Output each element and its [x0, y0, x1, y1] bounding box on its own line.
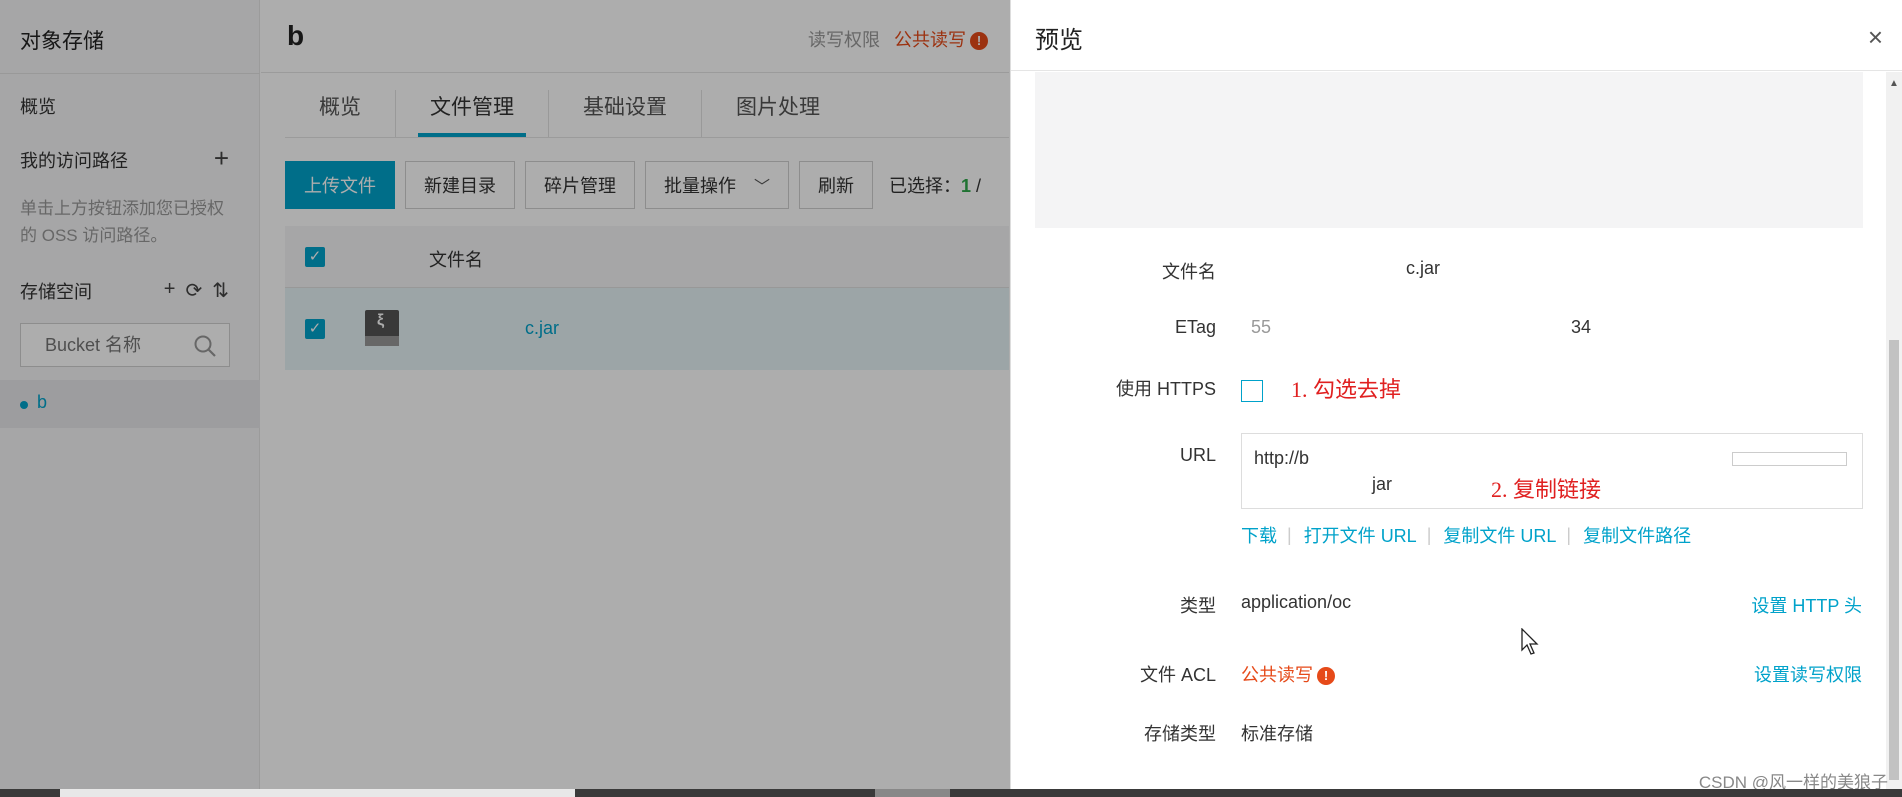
storage-class-value: 标准存储: [1241, 724, 1313, 744]
url-line2: jar: [1372, 474, 1393, 494]
scroll-thumb[interactable]: [1889, 340, 1899, 780]
copy-url-link[interactable]: 复制文件 URL: [1443, 522, 1556, 548]
acl-label: 文件 ACL: [1139, 665, 1216, 685]
etag-end: 34: [1571, 317, 1592, 337]
mouse-cursor-icon: [1521, 627, 1541, 661]
filename-value: c.jar: [1406, 258, 1441, 278]
etag-start: 55: [1251, 317, 1272, 337]
copy-path-link[interactable]: 复制文件路径: [1583, 522, 1691, 548]
warning-icon: !: [1317, 667, 1335, 686]
divider: |: [1287, 524, 1292, 545]
scroll-up-icon[interactable]: ▲: [1889, 78, 1899, 89]
https-checkbox[interactable]: [1241, 380, 1263, 402]
drawer-title: 预览: [1035, 27, 1083, 54]
acl-text: 公共读写: [1241, 665, 1313, 685]
download-link[interactable]: 下载: [1241, 522, 1277, 548]
etag-label: ETag: [1174, 317, 1216, 337]
type-value: application/oc: [1241, 592, 1352, 612]
annotation-step2: 2. 复制链接: [1491, 477, 1602, 502]
divider: |: [1426, 524, 1432, 545]
divider: |: [1566, 524, 1572, 545]
set-acl-link[interactable]: 设置读写权限: [1754, 661, 1862, 687]
modal-overlay[interactable]: [0, 0, 1010, 797]
preview-drawer: 预览 × 文件名 c.jar ETag 55 34 使用 HTTPS 1. 勾选…: [1010, 0, 1902, 797]
acl-value: 公共读写!: [1241, 661, 1335, 687]
url-line1: http://b: [1254, 448, 1310, 468]
open-url-link[interactable]: 打开文件 URL: [1304, 522, 1417, 548]
set-http-header-link[interactable]: 设置 HTTP 头: [1751, 592, 1862, 618]
redacted-field: [1732, 452, 1847, 466]
https-label: 使用 HTTPS: [1115, 379, 1216, 399]
taskbar-item[interactable]: [875, 789, 950, 797]
type-label: 类型: [1180, 596, 1216, 616]
filename-label: 文件名: [1162, 262, 1216, 282]
preview-area: [1035, 72, 1863, 228]
taskbar: [0, 789, 1902, 797]
annotation-step1: 1. 勾选去掉: [1291, 377, 1402, 402]
drawer-header: 预览 ×: [1011, 0, 1902, 71]
url-label: URL: [1179, 445, 1216, 465]
scrollbar[interactable]: ▲: [1886, 72, 1902, 797]
url-actions: 下载 | 打开文件 URL | 复制文件 URL | 复制文件路径: [1241, 522, 1691, 548]
close-icon[interactable]: ×: [1868, 24, 1883, 50]
taskbar-item[interactable]: [60, 789, 575, 797]
storage-class-label: 存储类型: [1144, 724, 1216, 744]
